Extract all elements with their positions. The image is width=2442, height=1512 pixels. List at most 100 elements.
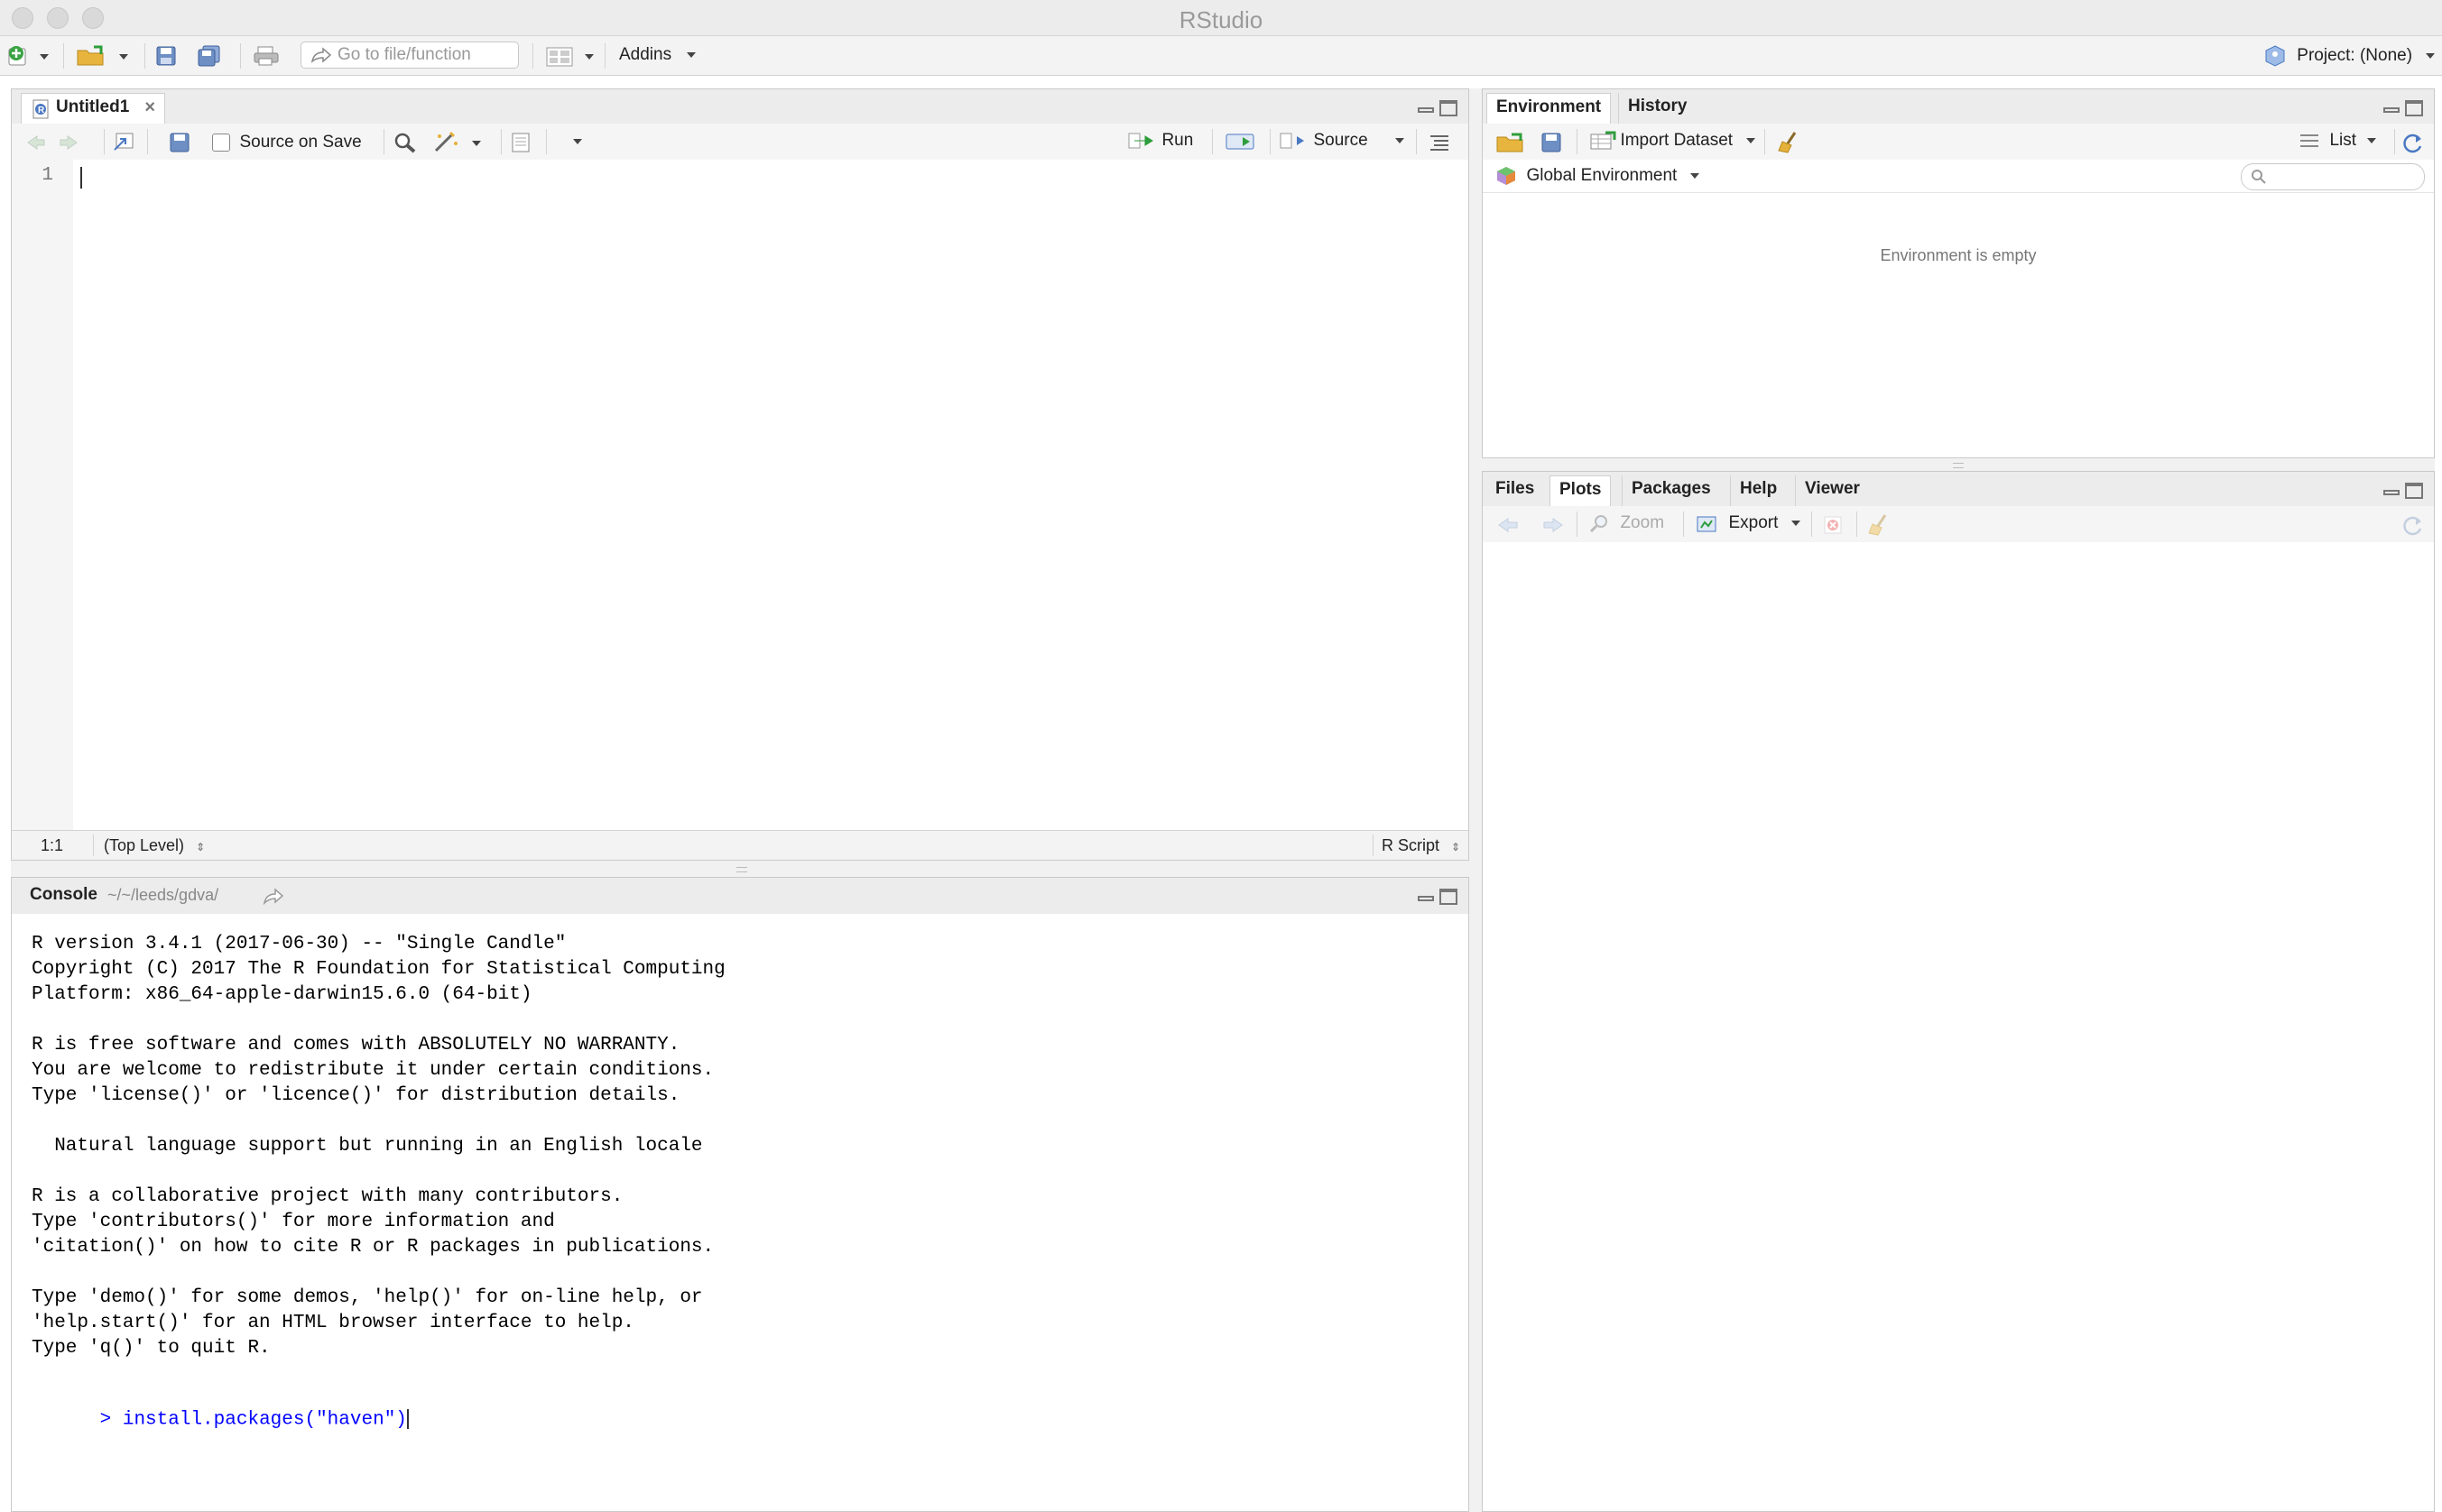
toolbar-separator <box>1683 512 1684 537</box>
toolbar-separator <box>144 43 145 69</box>
source-on-save-checkbox[interactable]: Source on Save <box>212 133 362 152</box>
tab-help[interactable]: Help <box>1730 475 1786 506</box>
addins-label: Addins <box>619 45 672 64</box>
export-button[interactable]: Export <box>1696 513 1800 533</box>
zoom-icon <box>1589 515 1607 533</box>
environment-minmax[interactable] <box>2383 100 2425 118</box>
refresh-icon[interactable] <box>2401 514 2425 536</box>
console-pane: Console ~/~/leeds/gdva/ R version 3.4.1 … <box>11 877 1469 1512</box>
editor-minmax[interactable] <box>1418 100 1459 118</box>
chevron-down-icon <box>687 51 697 58</box>
updown-icon: ⇕ <box>1451 841 1461 853</box>
maximize-pane-icon[interactable] <box>1439 100 1457 116</box>
save-workspace-icon[interactable] <box>1540 132 1564 153</box>
remove-plot-icon[interactable] <box>1822 514 1845 536</box>
editor-tabstrip: R Untitled1 × <box>12 89 1468 124</box>
splitter-grip-icon <box>1953 463 1964 468</box>
environment-scope-bar: Global Environment <box>1483 160 2434 193</box>
clear-plots-broom-icon[interactable] <box>1867 513 1892 537</box>
chevron-down-icon[interactable] <box>573 139 582 144</box>
document-outline-icon[interactable] <box>1429 133 1450 151</box>
maximize-pane-icon[interactable] <box>2405 100 2423 116</box>
search-icon <box>2252 170 2266 184</box>
open-folder-icon[interactable] <box>76 45 130 67</box>
maximize-pane-icon[interactable] <box>1439 889 1457 905</box>
environment-toolbar: Import Dataset List <box>1483 124 2434 161</box>
global-environment-selector[interactable]: Global Environment <box>1495 165 1699 187</box>
rerun-icon[interactable] <box>1225 132 1257 152</box>
plot-viewport <box>1483 542 2434 1511</box>
environment-tabstrip: Environment History <box>1483 89 2434 124</box>
console-output[interactable]: R version 3.4.1 (2017-06-30) -- "Single … <box>12 914 1468 1511</box>
save-file-icon[interactable] <box>169 132 192 153</box>
addins-menu[interactable]: Addins <box>619 45 697 65</box>
save-icon[interactable] <box>155 45 179 67</box>
minimize-pane-icon[interactable] <box>2383 490 2400 495</box>
source-button[interactable]: Source <box>1279 131 1405 154</box>
maximize-pane-icon[interactable] <box>2405 483 2423 499</box>
tab-files[interactable]: Files <box>1486 475 1543 506</box>
window-title: RStudio <box>1179 6 1263 33</box>
minimize-pane-icon[interactable] <box>1418 107 1434 113</box>
minimize-pane-icon[interactable] <box>1418 896 1434 901</box>
show-in-window-icon[interactable] <box>113 132 136 153</box>
vertical-splitter[interactable] <box>1469 88 1482 1512</box>
toolbar-separator <box>104 129 105 154</box>
list-label: List <box>2329 131 2357 150</box>
tab-environment[interactable]: Environment <box>1486 93 1612 124</box>
minimize-pane-icon[interactable] <box>2383 107 2400 113</box>
chevron-down-icon <box>1790 521 1800 526</box>
right-pane-splitter[interactable] <box>1482 458 2435 471</box>
tab-history[interactable]: History <box>1618 93 1696 124</box>
project-menu[interactable]: Project: (None) <box>2265 45 2436 67</box>
files-minmax[interactable] <box>2383 483 2425 501</box>
cursor-position: 1:1 <box>41 836 64 854</box>
console-header: Console ~/~/leeds/gdva/ <box>12 878 1468 915</box>
run-arrow-icon <box>1128 133 1153 149</box>
window-titlebar: RStudio <box>0 0 2442 36</box>
tab-viewer[interactable]: Viewer <box>1795 475 1869 506</box>
file-type-selector[interactable]: R Script ⇕ <box>1382 836 1460 855</box>
previous-next-plot-icon[interactable] <box>1495 515 1568 535</box>
code-tools-wand-icon[interactable] <box>432 131 485 152</box>
console-command: install.packages("haven") <box>122 1409 407 1431</box>
tab-untitled1[interactable]: R Untitled1 × <box>21 93 165 124</box>
console-minmax[interactable] <box>1418 889 1459 907</box>
run-label: Run <box>1161 131 1194 150</box>
zoom-button[interactable]: Zoom <box>1589 513 1664 533</box>
toolbar-separator <box>147 129 148 154</box>
close-tab-icon[interactable]: × <box>144 94 155 121</box>
new-file-icon[interactable] <box>7 45 51 67</box>
svg-text:R: R <box>38 106 45 115</box>
scope-selector[interactable]: (Top Level) ⇕ <box>104 836 205 855</box>
console-line: Copyright (C) 2017 The R Foundation for … <box>32 959 726 980</box>
clear-broom-icon[interactable] <box>1777 131 1802 154</box>
left-pane-splitter[interactable] <box>11 861 1469 877</box>
code-editor-area[interactable] <box>73 160 1468 831</box>
find-replace-icon[interactable] <box>393 132 418 153</box>
run-button[interactable]: Run <box>1127 131 1193 154</box>
goto-file-function-input[interactable]: Go to file/function <box>301 41 519 69</box>
compile-report-icon[interactable] <box>510 132 533 153</box>
refresh-icon[interactable] <box>2401 132 2425 153</box>
back-forward-icon[interactable] <box>24 133 88 152</box>
console-input-line[interactable]: > install.packages("haven") <box>32 1388 409 1452</box>
line-number-gutter: 1 <box>12 160 74 831</box>
tab-packages[interactable]: Packages <box>1622 475 1720 506</box>
environment-pane: Environment History Import Dataset List … <box>1482 88 2435 458</box>
import-dataset-button[interactable]: Import Dataset <box>1589 131 1755 151</box>
checkbox-box[interactable] <box>212 134 230 152</box>
save-all-icon[interactable] <box>197 45 224 67</box>
tab-plots[interactable]: Plots <box>1549 475 1612 506</box>
console-line: Type 'license()' or 'licence()' for dist… <box>32 1085 680 1106</box>
go-to-directory-icon[interactable] <box>263 887 286 905</box>
splitter-grip-icon <box>736 867 747 872</box>
environment-search-input[interactable] <box>2241 163 2425 190</box>
chevron-down-icon[interactable] <box>1395 138 1405 143</box>
line-number: 1 <box>42 165 53 186</box>
load-workspace-icon[interactable] <box>1495 132 1526 153</box>
view-mode-list-button[interactable]: List <box>2299 131 2377 151</box>
updown-icon: ⇕ <box>196 841 206 853</box>
grid-layout-icon[interactable] <box>545 45 596 67</box>
print-icon[interactable] <box>253 45 280 67</box>
